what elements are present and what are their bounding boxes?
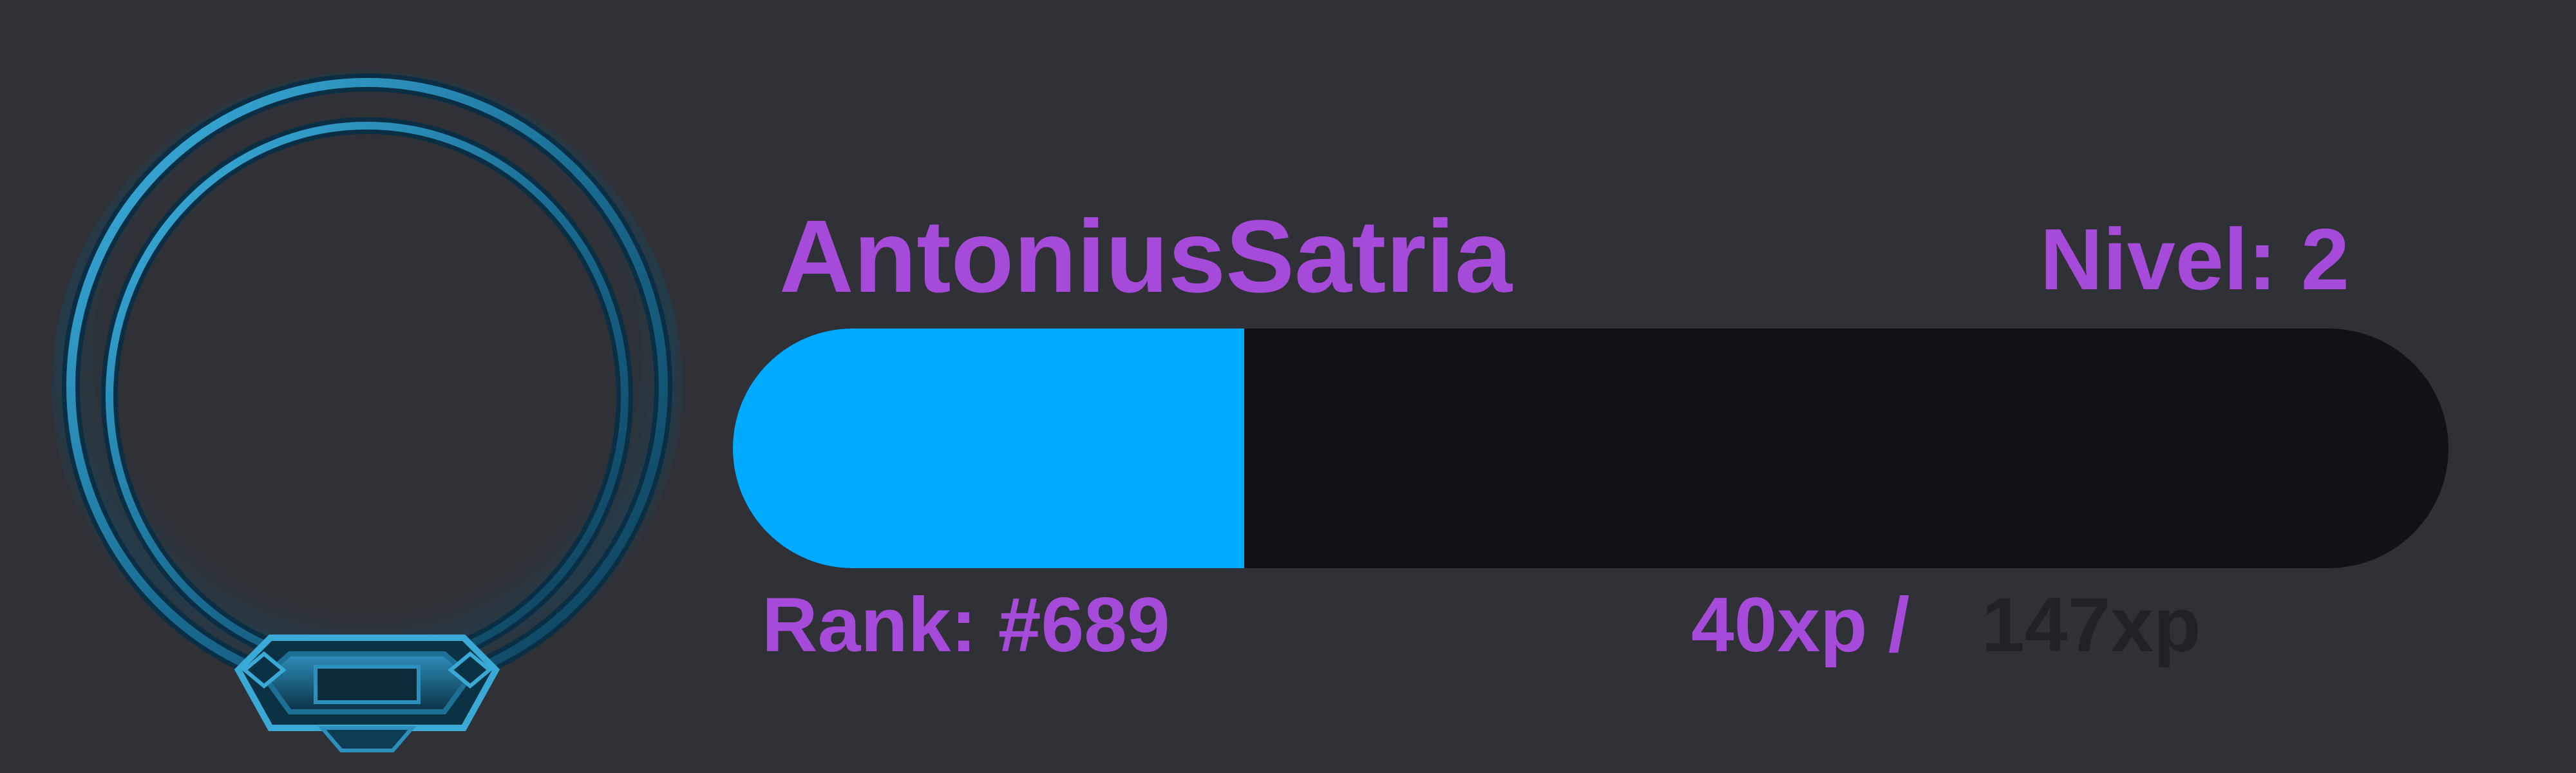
xp-current: 40xp (1691, 582, 1868, 668)
xp-total: 147xp (1982, 582, 2201, 668)
xp-separator: / (1888, 582, 1910, 668)
xp-progress-bar (733, 329, 2448, 568)
username: AntoniusSatria (779, 198, 1512, 314)
level-label: Nivel: 2 (2040, 211, 2349, 308)
rank-label: Rank: #689 (762, 582, 1170, 668)
xp-progress-fill (733, 329, 1244, 568)
avatar-frame-icon (52, 71, 683, 760)
